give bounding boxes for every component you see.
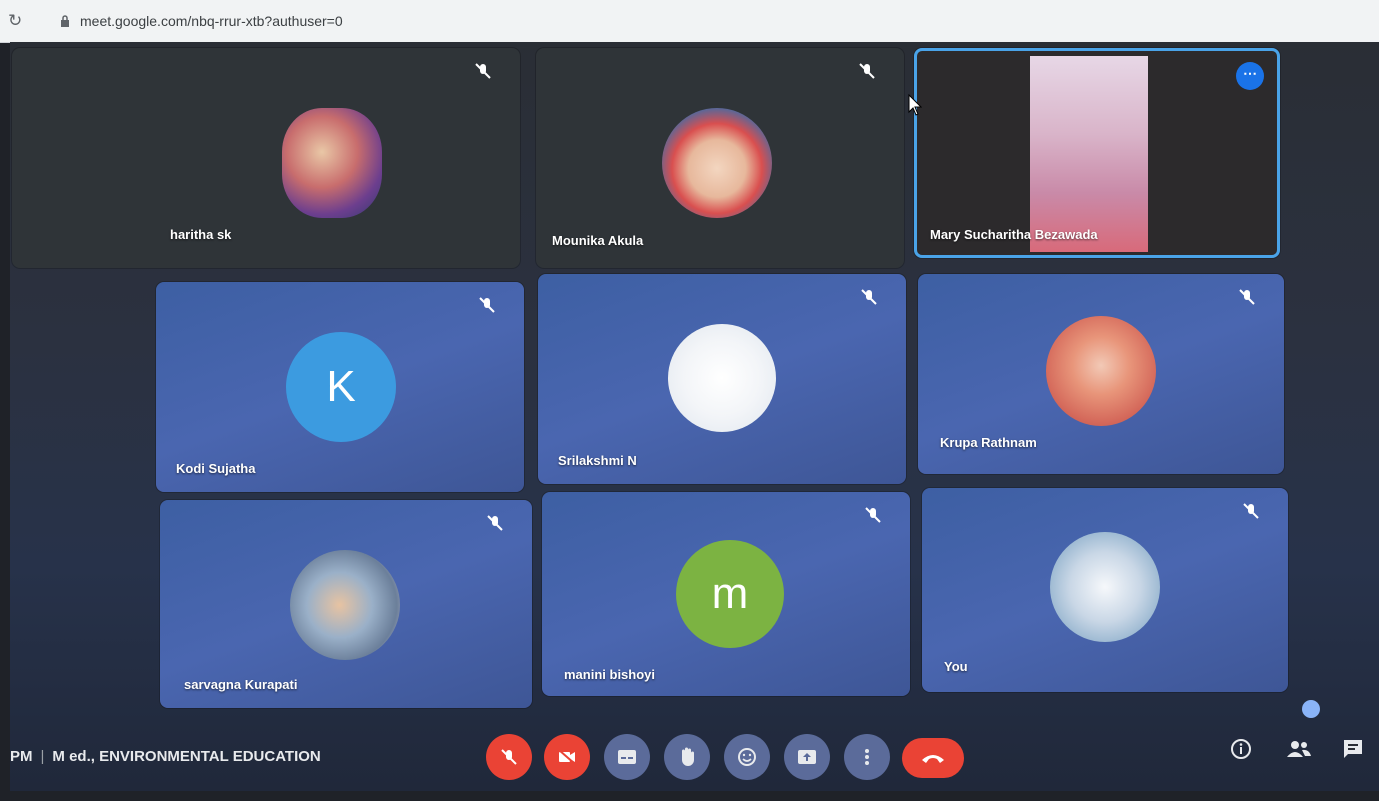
emoji-button[interactable] [724,734,770,780]
chat-icon [1344,740,1362,758]
people-icon [1287,741,1311,757]
participant-tile[interactable]: Krupa Rathnam [918,274,1284,474]
present-button[interactable] [784,734,830,780]
camera-toggle-button[interactable] [544,734,590,780]
mic-off-icon [861,289,877,305]
meeting-time: PM [10,748,33,765]
meeting-separator: | [40,748,45,765]
participant-avatar-letter: m [676,540,784,648]
participant-avatar [1046,316,1156,426]
participant-tile[interactable]: K Kodi Sujatha [156,282,524,492]
bottom-bar: PM | M ed., ENVIRONMENTAL EDUCATION [10,700,1379,791]
mic-off-icon [475,63,491,79]
participant-avatar [668,324,776,432]
notification-badge [1302,700,1320,718]
mic-toggle-button[interactable] [486,734,532,780]
participant-avatar-letter: K [286,332,396,442]
end-call-icon [922,755,944,763]
participant-tile[interactable]: m manini bishoyi [542,492,910,696]
raise-hand-icon [682,747,694,766]
present-icon [798,750,816,764]
info-icon [1231,739,1251,759]
mic-off-icon [479,297,495,313]
captions-icon [618,750,636,764]
mic-off-icon [501,749,517,765]
participant-name: haritha sk [170,227,232,242]
participant-tile-active[interactable]: ⋯ Mary Sucharitha Bezawada [914,48,1280,258]
participant-tile-self[interactable]: You [922,488,1288,692]
more-options-icon [865,749,869,765]
meeting-stage: haritha sk Mounika Akula ⋯ Mary Sucharit… [10,42,1379,791]
end-call-button[interactable] [902,738,964,778]
mic-off-icon [1243,503,1259,519]
meeting-info: PM | M ed., ENVIRONMENTAL EDUCATION [10,748,321,765]
participant-name: Srilakshmi N [558,453,637,468]
participant-name: Kodi Sujatha [176,461,256,476]
participant-name: Mounika Akula [552,233,644,248]
participant-avatar [290,550,400,660]
chat-button[interactable] [1340,736,1366,762]
more-options-button[interactable] [844,734,890,780]
url-text[interactable]: meet.google.com/nbq-rrur-xtb?authuser=0 [80,13,343,29]
participant-tile[interactable]: Mounika Akula [536,48,904,268]
participant-name: Krupa Rathnam [940,435,1037,450]
participant-tile[interactable]: sarvagna Kurapati [160,500,532,708]
participant-avatar [1050,532,1160,642]
camera-off-icon [558,749,576,765]
meeting-details-button[interactable] [1228,736,1254,762]
participant-tile[interactable]: Srilakshmi N [538,274,906,484]
mic-off-icon [859,63,875,79]
mouse-cursor-icon [908,94,922,116]
meeting-title: M ed., ENVIRONMENTAL EDUCATION [52,748,321,765]
participant-avatar [662,108,772,218]
emoji-icon [738,748,756,766]
participant-video [1030,56,1148,252]
participant-name: You [944,659,968,674]
captions-button[interactable] [604,734,650,780]
mic-off-icon [1239,289,1255,305]
people-button[interactable] [1286,736,1312,762]
lock-icon [61,15,69,27]
participant-tile[interactable]: haritha sk [12,48,520,268]
participant-name: sarvagna Kurapati [184,677,298,692]
reload-icon[interactable]: ↻ [8,12,24,29]
mic-off-icon [865,507,881,523]
more-options-icon[interactable]: ⋯ [1236,62,1264,90]
address-bar: ↻ meet.google.com/nbq-rrur-xtb?authuser=… [0,0,1379,43]
participant-avatar [282,108,382,218]
raise-hand-button[interactable] [664,734,710,780]
participant-name: Mary Sucharitha Bezawada [930,227,1098,242]
mic-off-icon [487,515,503,531]
participant-name: manini bishoyi [564,667,656,682]
